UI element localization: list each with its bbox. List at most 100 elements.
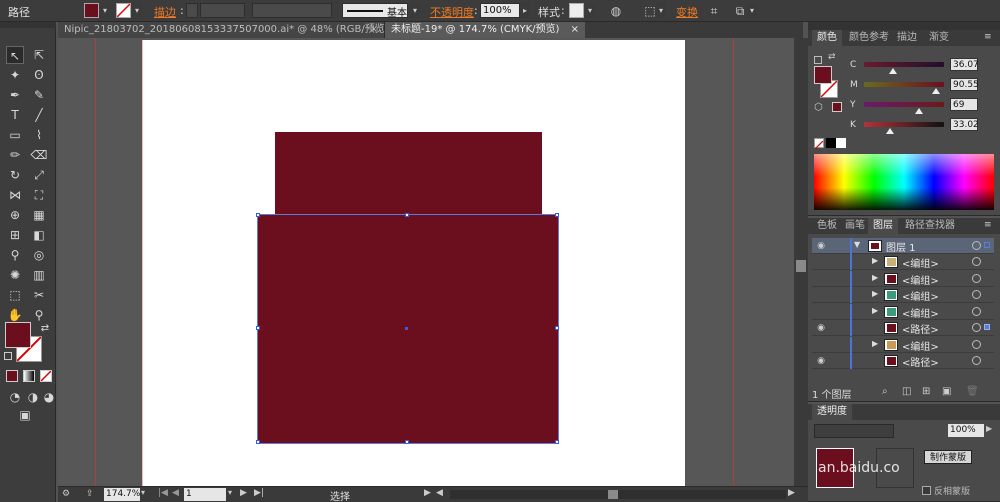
blend-mode-dropdown[interactable] — [814, 424, 894, 438]
make-mask-button[interactable]: 制作蒙版 — [924, 450, 972, 464]
tools-grip[interactable] — [0, 22, 56, 28]
target-circle-icon[interactable] — [972, 339, 981, 349]
visibility-eye-icon[interactable] — [814, 273, 828, 285]
stroke-swatch[interactable] — [116, 3, 131, 18]
rectangle-tool-icon[interactable]: ▭ — [6, 126, 24, 144]
zoom-input[interactable]: 174.7% — [104, 488, 140, 501]
rotate-tool-icon[interactable]: ↻ — [6, 166, 24, 184]
line-tool-icon[interactable]: ╱ — [30, 106, 48, 124]
tab-color-guide[interactable]: 颜色参考 — [844, 30, 894, 46]
screen-mode-icon[interactable]: ▣ — [16, 406, 34, 424]
default-fill-stroke-icon[interactable] — [814, 56, 822, 64]
black-swatch[interactable] — [826, 138, 836, 148]
visibility-eye-icon[interactable] — [814, 339, 828, 351]
magic-wand-tool-icon[interactable]: ✦ — [6, 66, 24, 84]
visibility-eye-icon[interactable]: ◉ — [814, 322, 828, 334]
slice-tool-icon[interactable]: ✂ — [30, 286, 48, 304]
panel-grip[interactable] — [808, 22, 1000, 30]
swap-colors-icon[interactable]: ⇄ — [36, 320, 54, 338]
target-circle-icon[interactable] — [972, 356, 981, 365]
selection-square-icon[interactable] — [984, 242, 990, 248]
expand-triangle-icon[interactable]: ▼ — [854, 240, 860, 249]
input-c[interactable]: 36.07 — [950, 58, 979, 71]
opacity-dropdown-icon[interactable]: ▸ — [520, 3, 530, 18]
layer-row[interactable]: ▶ <编组> — [812, 303, 994, 320]
opacity-arrow-icon[interactable]: ▶ — [986, 424, 992, 433]
fill-indicator[interactable] — [814, 66, 832, 84]
page-input[interactable]: 1 — [184, 488, 226, 501]
brush-dropdown-icon[interactable]: ▾ — [410, 3, 420, 18]
menu-dropdown-icon[interactable]: ▾ — [747, 3, 757, 18]
first-page-icon[interactable]: |◀ — [158, 488, 168, 498]
lasso-tool-icon[interactable]: ʘ — [30, 66, 48, 84]
white-swatch[interactable] — [836, 138, 846, 148]
hscroll-right-icon[interactable]: ▶ — [788, 488, 795, 498]
anchor-point[interactable] — [256, 326, 260, 330]
draw-inside-icon[interactable]: ◕ — [40, 388, 58, 406]
panel-menu-icon[interactable]: ≡ — [984, 32, 992, 42]
style-dropdown-icon[interactable]: ▾ — [585, 3, 595, 18]
input-k[interactable]: 33.02 — [950, 118, 979, 131]
expand-triangle-icon[interactable]: ▶ — [872, 289, 878, 298]
layer-row[interactable]: ▶ <编组> — [812, 254, 994, 270]
stroke-weight-input[interactable] — [200, 3, 245, 18]
target-circle-icon[interactable] — [972, 273, 981, 283]
anchor-point[interactable] — [555, 440, 559, 444]
close-icon[interactable]: × — [571, 22, 579, 38]
curvature-tool-icon[interactable]: ✎ — [30, 86, 48, 104]
transform-link[interactable]: 变换 — [676, 4, 698, 20]
draw-normal-icon[interactable]: ◔ — [6, 388, 24, 406]
close-icon[interactable]: × — [370, 22, 378, 38]
symbol-sprayer-tool-icon[interactable]: ✺ — [6, 266, 24, 284]
stroke-dropdown-icon[interactable]: ▾ — [132, 3, 142, 18]
anchor-point[interactable] — [555, 326, 559, 330]
layer-name[interactable]: <路径> — [902, 321, 939, 336]
target-circle-icon[interactable] — [972, 257, 981, 266]
tab-nipic-document[interactable]: Nipic_21803702_20180608153337507000.ai* … — [58, 22, 389, 38]
hscroll-thumb[interactable] — [608, 490, 618, 499]
visibility-eye-icon[interactable] — [814, 256, 828, 268]
brush-definition-dropdown[interactable]: 基本 — [342, 3, 408, 19]
visibility-eye-icon[interactable] — [814, 306, 828, 318]
isolate-icon[interactable]: ⌗ — [706, 3, 722, 19]
fill-dropdown-icon[interactable]: ▾ — [100, 3, 110, 18]
last-page-icon[interactable]: ▶| — [254, 488, 264, 498]
slider-thumb-c[interactable] — [888, 68, 897, 74]
fill-swatch[interactable] — [84, 3, 99, 18]
layer-name[interactable]: 图层 1 — [886, 239, 916, 254]
style-swatch[interactable] — [569, 3, 584, 18]
new-sublayer-icon[interactable]: ⊞ — [922, 386, 930, 397]
color-spectrum[interactable] — [814, 154, 994, 210]
selected-rectangle[interactable] — [257, 214, 559, 444]
slider-track-k[interactable] — [864, 122, 944, 127]
opacity-input[interactable]: 100% — [480, 3, 520, 18]
free-transform-tool-icon[interactable]: ⛶ — [30, 186, 48, 204]
opacity-label[interactable]: 不透明度 — [430, 4, 474, 20]
pen-tool-icon[interactable]: ✒ — [6, 86, 24, 104]
clipping-mask-icon[interactable]: ◫ — [902, 386, 911, 397]
zoom-dropdown-icon[interactable]: ▾ — [141, 488, 150, 501]
tab-color[interactable]: 颜色 — [812, 30, 842, 46]
slider-track-m[interactable] — [864, 82, 944, 87]
variable-width-dropdown[interactable] — [252, 3, 332, 18]
eraser-tool-icon[interactable]: ⌫ — [30, 146, 48, 164]
layer-row[interactable]: ▶ <编组> — [812, 270, 994, 287]
expand-triangle-icon[interactable]: ▶ — [872, 339, 878, 348]
visibility-eye-icon[interactable] — [814, 289, 828, 301]
locate-object-icon[interactable]: ⌕ — [882, 386, 888, 397]
scroll-thumb[interactable] — [796, 260, 806, 272]
layer-name[interactable]: <路径> — [902, 354, 939, 369]
panel-menu-icon[interactable]: ≡ — [984, 220, 992, 230]
gradient-mode-button[interactable] — [23, 370, 35, 382]
target-circle-icon[interactable] — [972, 241, 981, 250]
tab-transparency[interactable]: 透明度 — [812, 404, 852, 420]
layer-name[interactable]: <编组> — [902, 338, 939, 353]
input-y[interactable]: 69 — [950, 98, 978, 111]
align-dropdown-icon[interactable]: ▾ — [656, 3, 666, 18]
none-mode-button[interactable] — [40, 370, 52, 382]
layer-row[interactable]: ▶ <编组> — [812, 287, 994, 303]
layer-name[interactable]: <编组> — [902, 288, 939, 303]
shape-builder-tool-icon[interactable]: ⊕ — [6, 206, 24, 224]
page-dropdown-icon[interactable]: ▾ — [228, 488, 232, 497]
tab-swatches[interactable]: 色板 — [812, 218, 842, 234]
